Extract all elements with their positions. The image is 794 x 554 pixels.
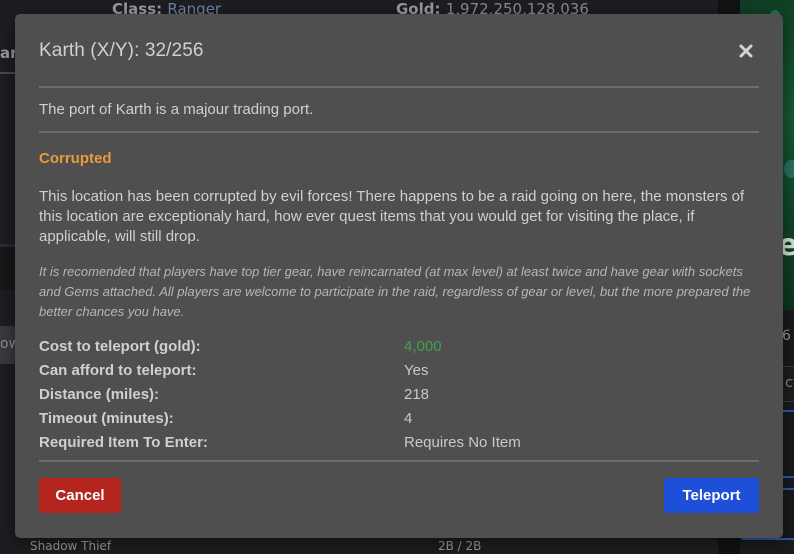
recommendation-note: It is recomended that players have top t… [39, 264, 751, 319]
timeout-value: 4 [404, 410, 413, 427]
divider [39, 460, 759, 462]
left-tab[interactable]: ar [0, 30, 16, 74]
afford-value: Yes [404, 362, 429, 379]
info-label: Required Item To Enter: [39, 434, 208, 451]
required-item-value: Requires No Item [404, 434, 521, 451]
divider [39, 86, 759, 88]
corrupted-status: Corrupted [39, 150, 112, 167]
info-row-cost: Cost to teleport (gold): 4,000 [39, 338, 759, 362]
info-label: Distance (miles): [39, 386, 160, 403]
teleport-button[interactable]: Teleport [664, 478, 759, 513]
distance-value: 218 [404, 386, 430, 403]
location-description: The port of Karth is a majour trading po… [39, 101, 314, 118]
left-button[interactable]: ow [0, 326, 16, 364]
close-button[interactable] [733, 38, 759, 64]
info-label: Can afford to teleport: [39, 362, 197, 379]
cost-value: 4,000 [404, 338, 442, 355]
info-row-timeout: Timeout (minutes): 4 [39, 410, 759, 434]
left-bar [0, 244, 16, 290]
bottom-row-name: Shadow Thief [30, 539, 112, 553]
info-row-afford: Can afford to teleport: Yes [39, 362, 759, 386]
info-label: Cost to teleport (gold): [39, 338, 201, 355]
corruption-text: This location has been corrupted by evil… [39, 188, 745, 245]
right-number: 6 [782, 328, 791, 344]
bottom-row-value: 2B / 2B [438, 539, 482, 553]
cancel-button[interactable]: Cancel [39, 478, 121, 513]
modal-title: Karth (X/Y): 32/256 [39, 40, 204, 61]
teleport-modal: Karth (X/Y): 32/256 The port of Karth is… [15, 14, 783, 538]
close-icon [739, 44, 753, 58]
divider [39, 131, 759, 133]
info-label: Timeout (minutes): [39, 410, 174, 427]
info-row-distance: Distance (miles): 218 [39, 386, 759, 410]
info-row-required-item: Required Item To Enter: Requires No Item [39, 434, 759, 458]
teleport-info: Cost to teleport (gold): 4,000 Can affor… [39, 338, 759, 458]
